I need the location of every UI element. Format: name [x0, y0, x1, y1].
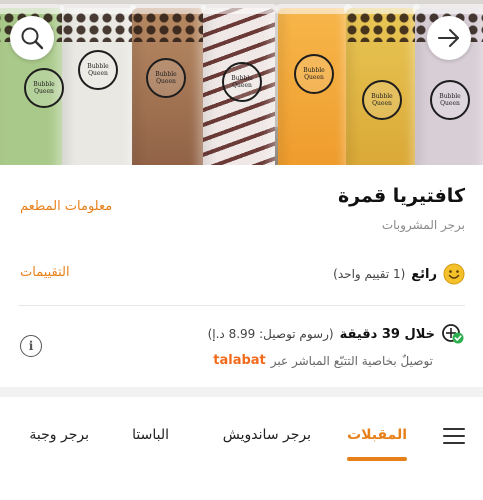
delivery-row: خلال 39 دقيقة (رسوم توصيل: 8.99 د.إ) — [208, 323, 465, 345]
smiley-rating-icon — [443, 263, 465, 285]
rating-count: (1 تقييم واحد) — [333, 267, 406, 281]
section-divider — [18, 305, 465, 306]
back-button[interactable] — [427, 16, 471, 60]
brand-logo-7: Bubble Queen — [430, 80, 470, 120]
talabat-logo: talabat — [213, 353, 266, 368]
active-tab-indicator — [347, 457, 407, 461]
tab-burger-meal[interactable]: برجر وجبة — [29, 427, 89, 443]
delivery-check-icon — [442, 324, 464, 344]
brand-logo-2: Bubble Queen — [78, 50, 118, 90]
tab-burger-sandwich[interactable]: برجر ساندويش — [223, 427, 311, 443]
restaurant-name: كافتيريا قمرة — [337, 185, 465, 207]
menu-category-tabs: المقبلات برجر ساندويش الباستا برجر وجبة — [0, 397, 483, 467]
section-separator-band — [0, 387, 483, 397]
search-icon — [21, 27, 44, 50]
restaurant-category: برجر المشروبات — [381, 218, 465, 232]
rating-label: رائع — [411, 266, 437, 282]
tab-pasta[interactable]: الباستا — [132, 427, 169, 443]
brand-logo-6: Bubble Queen — [362, 80, 402, 120]
tab-appetizers[interactable]: المقبلات — [347, 427, 407, 443]
search-button[interactable] — [10, 16, 54, 60]
brand-logo-5: Bubble Queen — [294, 54, 334, 94]
hamburger-menu-icon[interactable] — [443, 427, 465, 445]
brand-logo-4: Bubble Queen — [222, 62, 262, 102]
rating-row: رائع (1 تقييم واحد) — [333, 263, 465, 285]
delivery-fee: (رسوم توصيل: 8.99 د.إ) — [207, 327, 334, 341]
info-icon[interactable]: i — [20, 335, 42, 357]
brand-logo-3: Bubble Queen — [146, 58, 186, 98]
arrow-right-icon — [438, 29, 459, 47]
tracking-row: توصيلٌ بخاصية التتبّع المباشر عبر talaba… — [213, 353, 433, 368]
tracking-text: توصيلٌ بخاصية التتبّع المباشر عبر — [270, 353, 433, 368]
restaurant-info-link[interactable]: معلومات المطعم — [20, 199, 112, 214]
restaurant-info-card: كافتيريا قمرة برجر المشروبات معلومات الم… — [0, 165, 483, 387]
delivery-time: خلال 39 دقيقة — [339, 326, 435, 342]
brand-logo-1: Bubble Queen — [24, 68, 64, 108]
reviews-link[interactable]: التقييمات — [20, 265, 70, 280]
restaurant-hero-image: Bubble Queen Bubble Queen Bubble Queen B… — [0, 0, 483, 165]
